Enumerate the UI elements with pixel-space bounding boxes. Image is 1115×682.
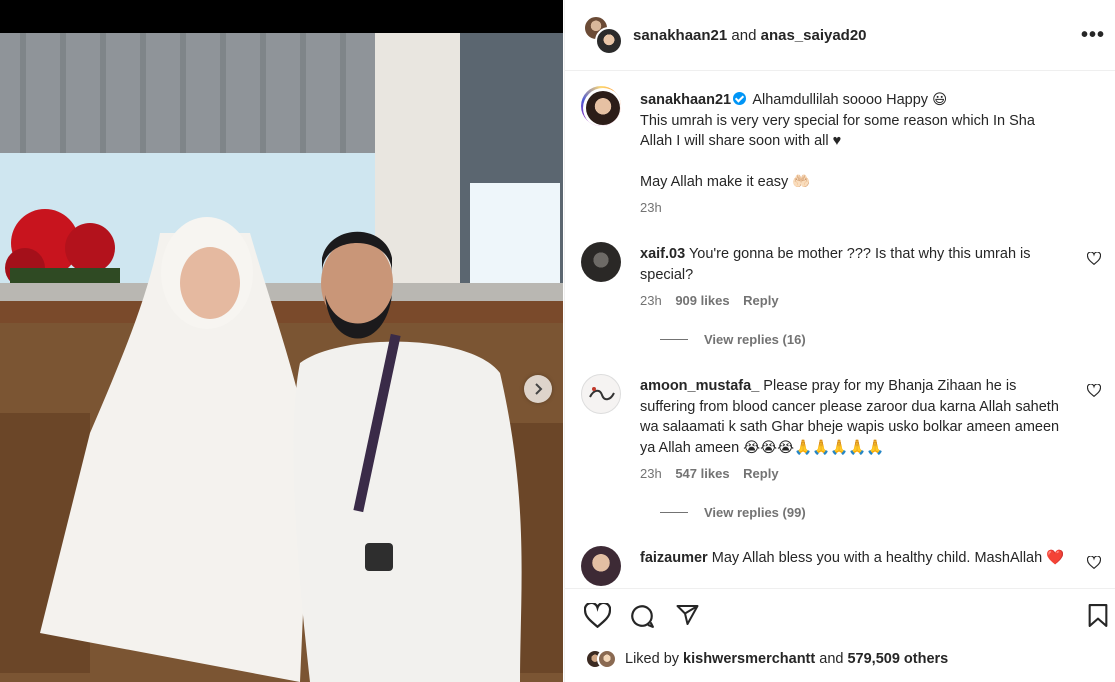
comment-like-heart-icon[interactable] xyxy=(1087,252,1101,265)
comment-likes[interactable]: 547 likes xyxy=(675,466,729,481)
caption-username[interactable]: sanakhaan21 xyxy=(640,92,731,108)
avatar[interactable] xyxy=(597,649,617,669)
comment-likes[interactable]: 909 likes xyxy=(675,293,729,308)
comment-username[interactable]: faizaumer xyxy=(640,550,708,566)
avatar[interactable] xyxy=(581,242,621,282)
likes-summary: Liked by kishwersmerchantt and 579,509 o… xyxy=(585,649,948,669)
comment-like-heart-icon[interactable] xyxy=(1087,384,1101,397)
avatar[interactable] xyxy=(581,86,621,126)
comments-scroll[interactable]: sanakhaan21 Alhamdullilah soooo Happy 😃 … xyxy=(565,72,1115,586)
likes-count[interactable]: 579,509 others xyxy=(847,651,948,667)
liked-by-user[interactable]: kishwersmerchantt xyxy=(683,651,815,667)
liked-by-prefix: Liked by xyxy=(625,651,680,667)
view-replies-label: View replies (16) xyxy=(704,332,806,347)
comment-username[interactable]: xaif.03 xyxy=(640,246,685,262)
comment-like-heart-icon[interactable] xyxy=(1087,556,1101,569)
likes-text: Liked by kishwersmerchantt and 579,509 o… xyxy=(625,651,948,667)
photo-top-bar xyxy=(0,0,563,33)
divider-line xyxy=(660,512,688,513)
avatar[interactable] xyxy=(581,374,621,414)
comment-username[interactable]: amoon_mustafa_ xyxy=(640,378,759,394)
caption-meta: 23h xyxy=(640,200,672,215)
comment-time[interactable]: 23h xyxy=(640,293,662,308)
post-image xyxy=(0,33,563,682)
more-options-icon[interactable]: ••• xyxy=(1081,24,1105,47)
view-replies-button[interactable]: View replies (99) xyxy=(660,505,806,520)
reply-button[interactable]: Reply xyxy=(743,466,778,481)
avatar[interactable] xyxy=(581,546,621,586)
caption-time[interactable]: 23h xyxy=(640,200,662,215)
avatar[interactable] xyxy=(595,27,623,55)
bookmark-icon[interactable] xyxy=(1087,603,1109,628)
caption-line-3: May Allah make it easy 🤲🏻 xyxy=(640,174,811,190)
comment-text: xaif.03 You're gonna be mother ??? Is th… xyxy=(640,244,1070,285)
heart-icon[interactable] xyxy=(584,603,611,628)
caption-line-1: Alhamdullilah soooo Happy 😃 xyxy=(752,92,948,108)
post-details-panel: sanakhaan21 and anas_saiyad20 ••• sanakh… xyxy=(564,0,1115,682)
liked-by-and: and xyxy=(819,651,844,667)
author-username-1[interactable]: sanakhaan21 xyxy=(633,27,727,44)
calligraphy-avatar-icon xyxy=(589,387,615,401)
author-username-2[interactable]: anas_saiyad20 xyxy=(761,27,867,44)
view-replies-button[interactable]: View replies (16) xyxy=(660,332,806,347)
next-photo-button[interactable] xyxy=(524,375,552,403)
chevron-right-icon xyxy=(535,383,543,395)
reply-button[interactable]: Reply xyxy=(743,293,778,308)
comment-time[interactable]: 23h xyxy=(640,466,662,481)
share-icon[interactable] xyxy=(675,603,700,627)
comment-body: May Allah bless you with a healthy child… xyxy=(711,550,1065,566)
comment-text: amoon_mustafa_ Please pray for my Bhanja… xyxy=(640,376,1070,458)
comment-body: You're gonna be mother ??? Is that why t… xyxy=(640,246,1031,283)
verified-badge-icon xyxy=(733,92,747,105)
comment-meta: 23h 547 likes Reply xyxy=(640,466,789,481)
post-header: sanakhaan21 and anas_saiyad20 ••• xyxy=(565,0,1115,71)
post-photo[interactable] xyxy=(0,0,563,682)
comment-icon[interactable] xyxy=(629,603,655,629)
view-replies-label: View replies (99) xyxy=(704,505,806,520)
caption-text: sanakhaan21 Alhamdullilah soooo Happy 😃 … xyxy=(640,90,1070,193)
caption-line-2: This umrah is very very special for some… xyxy=(640,112,1035,150)
comment-meta: 23h 909 likes Reply xyxy=(640,293,789,308)
action-bar xyxy=(565,588,1115,638)
comment-text: faizaumer May Allah bless you with a hea… xyxy=(640,548,1070,569)
and-text: and xyxy=(731,26,757,44)
divider-line xyxy=(660,339,688,340)
post-authors: sanakhaan21 and anas_saiyad20 xyxy=(633,27,867,44)
collab-avatars[interactable] xyxy=(583,15,623,55)
